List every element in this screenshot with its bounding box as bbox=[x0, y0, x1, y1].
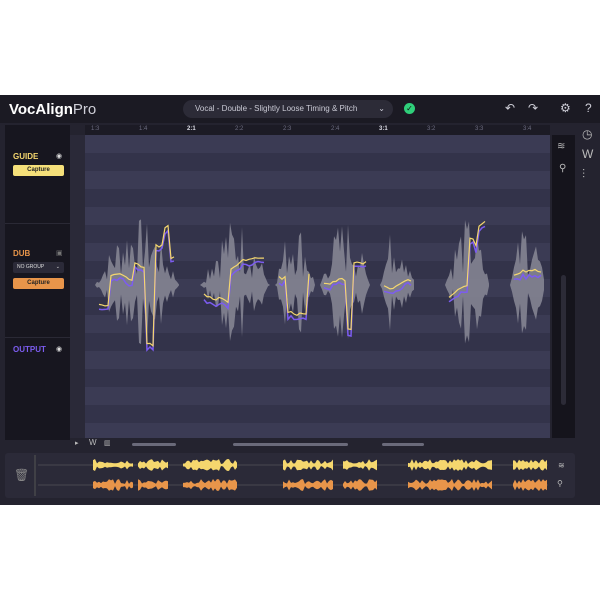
pitch-row bbox=[70, 189, 550, 207]
ruler-tick: 3:1 bbox=[379, 126, 388, 132]
overview-waveform bbox=[408, 459, 492, 471]
ruler-tick: 1:3 bbox=[91, 126, 100, 132]
clock-icon[interactable]: ◷ bbox=[582, 127, 592, 141]
ruler-tick: 2:3 bbox=[283, 126, 292, 132]
group-select[interactable]: NO GROUP ⌄ bbox=[13, 262, 64, 273]
waveform-view-icon[interactable]: W bbox=[89, 438, 97, 447]
divider bbox=[5, 223, 70, 224]
app-title-suffix: Pro bbox=[72, 101, 97, 118]
gear-icon[interactable]: ⚙ bbox=[560, 101, 571, 115]
undo-icon[interactable]: ↶ bbox=[505, 101, 515, 115]
waveform-zoom-icon[interactable]: ≋ bbox=[557, 141, 565, 152]
overview-panel[interactable]: 🗑 ≋ ⚲ bbox=[5, 453, 575, 498]
pitch-row bbox=[70, 405, 550, 423]
ruler-tick: 3:2 bbox=[427, 126, 436, 132]
horizontal-scrollbar[interactable]: ▸ W ▥ bbox=[70, 438, 550, 450]
overview-waveform bbox=[183, 479, 237, 491]
chevron-down-icon: ⌄ bbox=[55, 264, 60, 270]
pitch-row bbox=[70, 207, 550, 225]
eye-icon[interactable]: ◉ bbox=[56, 152, 62, 160]
overview-waveform bbox=[343, 479, 377, 491]
overview-waveform bbox=[138, 479, 168, 491]
chevron-down-icon: ⌄ bbox=[378, 104, 385, 113]
pitch-row bbox=[70, 423, 550, 438]
dub-label: DUB bbox=[13, 249, 31, 258]
overview-waveform bbox=[513, 479, 547, 491]
app-window: VocAlignPro Vocal - Double - Slightly Lo… bbox=[0, 95, 600, 505]
group-value: NO GROUP bbox=[17, 264, 45, 270]
pitch-row bbox=[70, 351, 550, 369]
help-icon[interactable]: ? bbox=[585, 101, 592, 115]
zoom-icon[interactable]: ⚲ bbox=[559, 163, 566, 174]
overview-waveform bbox=[93, 479, 133, 491]
ruler-tick: 2:2 bbox=[235, 126, 244, 132]
pitch-row bbox=[70, 369, 550, 387]
overview-waveform bbox=[138, 459, 168, 471]
app-title: VocAlign bbox=[9, 101, 73, 118]
track-panel: GUIDE ◉ Capture DUB ▣ NO GROUP ⌄ Capture … bbox=[5, 125, 70, 440]
scroll-thumb bbox=[233, 443, 348, 446]
guide-capture-button[interactable]: Capture bbox=[13, 165, 64, 176]
pitch-editor[interactable] bbox=[70, 135, 550, 438]
overview-waveform bbox=[283, 479, 333, 491]
ruler-tick: 1:4 bbox=[139, 126, 148, 132]
guide-label: GUIDE bbox=[13, 152, 39, 161]
pitch-row bbox=[70, 153, 550, 171]
play-icon[interactable]: ▸ bbox=[75, 439, 79, 447]
eye-icon[interactable]: ◉ bbox=[56, 345, 62, 353]
pitch-row bbox=[70, 135, 550, 153]
ruler-tick: 2:4 bbox=[331, 126, 340, 132]
app-logo: VocAlignPro bbox=[9, 101, 96, 118]
pitch-row bbox=[70, 171, 550, 189]
ruler-tick: 3:3 bbox=[475, 126, 484, 132]
ruler-tick: 2:1 bbox=[187, 126, 196, 132]
overview-waveform bbox=[93, 459, 133, 471]
waveform-zoom-icon[interactable]: ≋ bbox=[558, 461, 565, 470]
zoom-icon[interactable]: ⚲ bbox=[557, 479, 563, 488]
mixer-icon[interactable]: ⫶ bbox=[582, 167, 585, 182]
link-icon[interactable]: ▣ bbox=[56, 249, 63, 257]
bars-icon[interactable]: ▥ bbox=[104, 439, 111, 447]
output-label: OUTPUT bbox=[13, 345, 46, 354]
preset-value: Vocal - Double - Slightly Loose Timing &… bbox=[195, 104, 358, 113]
vertical-scrollbar[interactable] bbox=[561, 275, 566, 405]
pre-roll bbox=[70, 135, 85, 438]
trash-icon[interactable]: 🗑 bbox=[14, 468, 29, 482]
ruler-tick: 3:4 bbox=[523, 126, 532, 132]
pitch-row bbox=[70, 387, 550, 405]
top-bar: VocAlignPro Vocal - Double - Slightly Lo… bbox=[0, 95, 600, 123]
editor-side-toolbar: ≋ ⚲ bbox=[552, 135, 575, 438]
overview-waveform bbox=[283, 459, 333, 471]
dub-capture-button[interactable]: Capture bbox=[13, 278, 64, 289]
overview-waveform bbox=[408, 479, 492, 491]
overview-waveform bbox=[183, 459, 237, 471]
preset-dropdown[interactable]: Vocal - Double - Slightly Loose Timing &… bbox=[183, 100, 393, 118]
overview-waveform bbox=[513, 459, 547, 471]
overview-waveform bbox=[343, 459, 377, 471]
pitch-row bbox=[70, 333, 550, 351]
waveform-icon[interactable]: W bbox=[582, 147, 593, 161]
redo-icon[interactable]: ↷ bbox=[528, 101, 538, 115]
timeline-ruler[interactable]: 1:3 1:4 2:1 2:2 2:3 2:4 3:1 3:2 3:3 3:4 bbox=[85, 125, 550, 135]
scroll-thumb bbox=[132, 443, 176, 446]
divider bbox=[5, 337, 70, 338]
check-icon: ✓ bbox=[404, 103, 415, 114]
scroll-thumb bbox=[382, 443, 424, 446]
